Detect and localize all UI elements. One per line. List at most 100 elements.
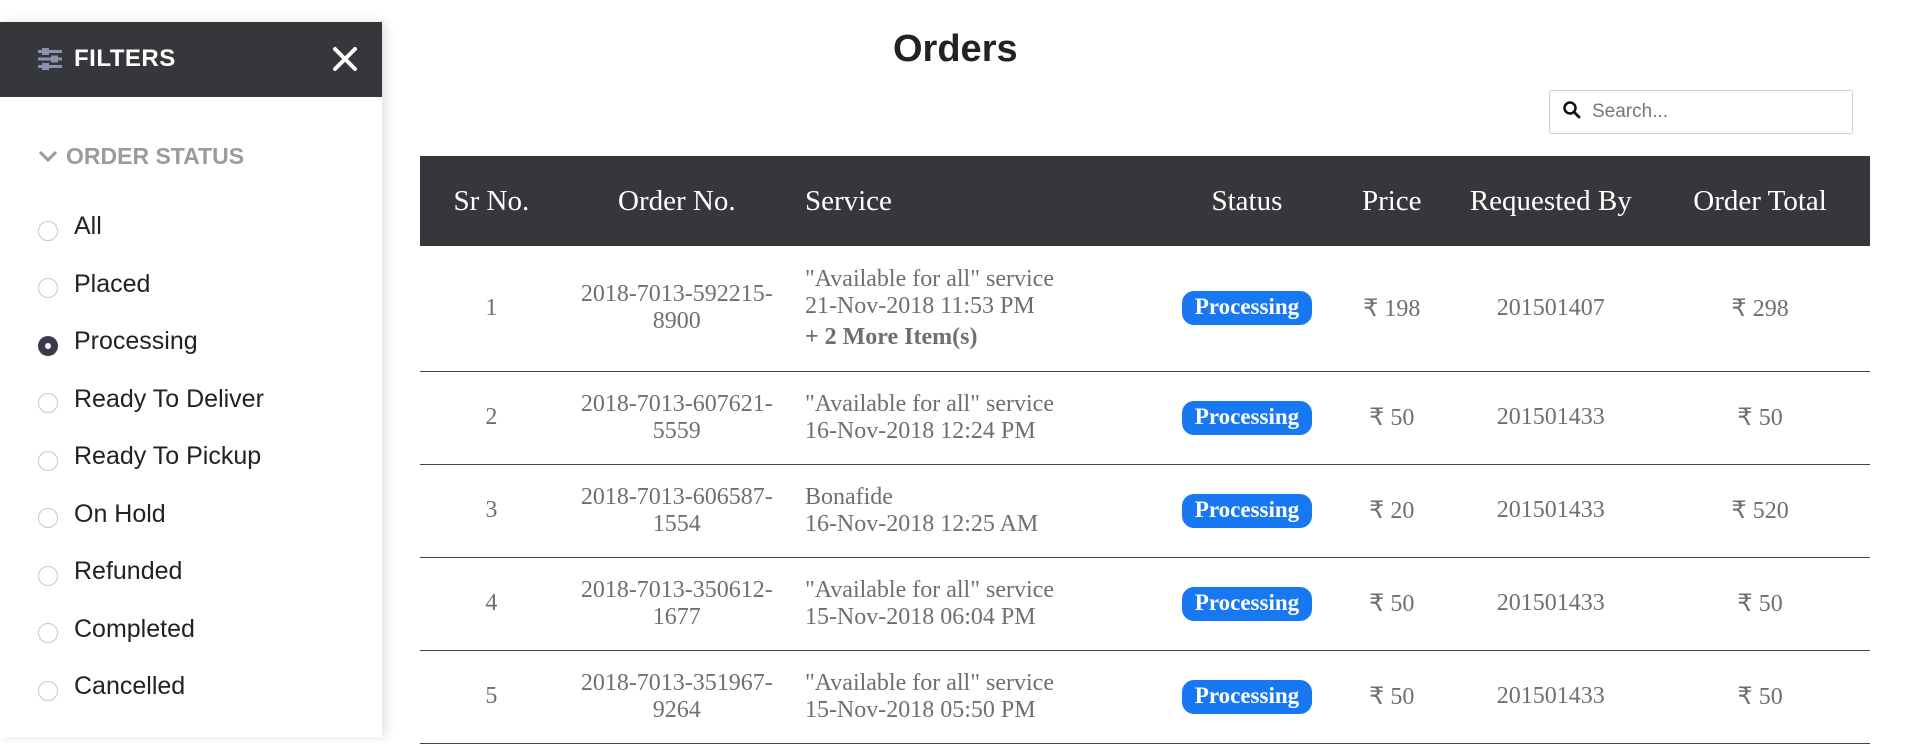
price-cell: ₹ 198 bbox=[1332, 246, 1452, 372]
status-option-refunded[interactable]: Refunded bbox=[38, 543, 264, 601]
table-row[interactable]: 4 2018-7013-350612-1677 "Available for all… bbox=[420, 557, 1870, 651]
service-date: 15-Nov-2018 06:04 PM bbox=[804, 603, 1036, 630]
radio-button[interactable] bbox=[38, 220, 58, 241]
status-option-ready-to-pickup[interactable]: Ready To Pickup bbox=[38, 428, 264, 486]
service-date: 16-Nov-2018 12:25 AM bbox=[804, 510, 1039, 537]
close-icon[interactable] bbox=[330, 44, 360, 74]
radio-button[interactable] bbox=[38, 508, 58, 529]
status-badge: Processing bbox=[1181, 493, 1313, 528]
radio-button[interactable] bbox=[38, 565, 58, 586]
status-option-all[interactable]: All bbox=[38, 198, 264, 256]
status-cell: Processing bbox=[1161, 371, 1333, 465]
service-date: 16-Nov-2018 12:24 PM bbox=[804, 417, 1036, 444]
status-option-processing[interactable]: Processing bbox=[38, 313, 264, 371]
order-no-cell: 2018-7013-592215-8900 bbox=[562, 246, 791, 372]
radio-button[interactable] bbox=[38, 680, 58, 701]
status-cell: Processing bbox=[1161, 464, 1333, 558]
sr-no-cell: 1 bbox=[420, 246, 563, 372]
service-cell: "Available for all" service 16-Nov-2018 1… bbox=[790, 371, 1162, 465]
status-cell: Processing bbox=[1161, 650, 1333, 744]
sr-no-cell: 4 bbox=[420, 557, 563, 651]
radio-label: Cancelled bbox=[74, 672, 186, 701]
order-status-section-toggle[interactable]: ORDER STATUS bbox=[38, 143, 244, 170]
radio-label: On Hold bbox=[74, 499, 166, 528]
requested-by-cell: 201501407 bbox=[1451, 246, 1651, 372]
orders-table: Sr No. Order No. Service Status Price Request… bbox=[420, 156, 1870, 744]
status-option-on-hold[interactable]: On Hold bbox=[38, 486, 264, 544]
status-badge: Processing bbox=[1181, 400, 1313, 435]
column-header[interactable]: Requested By bbox=[1451, 156, 1650, 246]
sr-no-cell: 2 bbox=[420, 371, 563, 465]
order-no-cell: 2018-7013-350612-1677 bbox=[562, 557, 791, 651]
requested-by-cell: 201501433 bbox=[1451, 464, 1651, 558]
column-header[interactable]: Service bbox=[791, 156, 1162, 246]
radio-label: Ready To Deliver bbox=[74, 384, 264, 413]
page-title: Orders bbox=[893, 28, 1018, 70]
sidebar-header: FILTERS bbox=[0, 22, 382, 97]
service-name: "Available for all" service bbox=[804, 576, 1054, 603]
radio-label: Ready To Pickup bbox=[74, 442, 262, 471]
status-badge: Processing bbox=[1181, 291, 1313, 326]
sliders-icon bbox=[38, 48, 62, 70]
more-items-link[interactable]: + 2 More Item(s) bbox=[805, 324, 1162, 351]
table-header-row: Sr No. Order No. Service Status Price Request… bbox=[420, 156, 1870, 246]
column-header[interactable]: Order No. bbox=[563, 156, 791, 246]
order-total-cell: ₹ 50 bbox=[1650, 650, 1870, 744]
radio-button[interactable] bbox=[38, 450, 58, 471]
order-total-cell: ₹ 50 bbox=[1650, 371, 1870, 465]
order-total-cell: ₹ 50 bbox=[1650, 557, 1870, 651]
price-cell: ₹ 20 bbox=[1332, 464, 1452, 558]
price-cell: ₹ 50 bbox=[1332, 371, 1452, 465]
price-cell: ₹ 50 bbox=[1332, 557, 1452, 651]
radio-button[interactable] bbox=[38, 623, 58, 644]
order-no-cell: 2018-7013-606587-1554 bbox=[562, 464, 791, 558]
service-name: "Available for all" service bbox=[804, 265, 1054, 292]
column-header[interactable]: Order Total bbox=[1650, 156, 1870, 246]
table-body: 1 2018-7013-592215-8900 "Available for all… bbox=[420, 246, 1870, 744]
search-box[interactable] bbox=[1549, 90, 1853, 134]
sr-no-cell: 5 bbox=[420, 650, 563, 744]
column-header[interactable]: Status bbox=[1162, 156, 1332, 246]
status-option-cancelled[interactable]: Cancelled bbox=[38, 658, 264, 716]
radio-button[interactable] bbox=[38, 335, 58, 356]
service-name: "Available for all" service bbox=[804, 669, 1054, 696]
price-cell: ₹ 50 bbox=[1332, 650, 1452, 744]
status-option-ready-to-deliver[interactable]: Ready To Deliver bbox=[38, 371, 264, 429]
status-option-placed[interactable]: Placed bbox=[38, 256, 264, 314]
radio-label: Completed bbox=[74, 614, 195, 643]
service-name: "Available for all" service bbox=[804, 390, 1054, 417]
table-row[interactable]: 3 2018-7013-606587-1554 Bonafide 16-Nov-201… bbox=[420, 464, 1870, 558]
search-input[interactable] bbox=[1590, 100, 1834, 124]
table-row[interactable]: 2 2018-7013-607621-5559 "Available for all… bbox=[420, 371, 1870, 465]
radio-label: All bbox=[74, 212, 102, 241]
requested-by-cell: 201501433 bbox=[1451, 650, 1651, 744]
service-cell: "Available for all" service 15-Nov-2018 0… bbox=[790, 650, 1162, 744]
section-title: ORDER STATUS bbox=[66, 143, 245, 169]
status-badge: Processing bbox=[1181, 679, 1313, 714]
service-cell: "Available for all" service 15-Nov-2018 0… bbox=[790, 557, 1162, 651]
filters-sidebar: FILTERS ORDER STATUS All Placed Processing… bbox=[0, 22, 382, 737]
requested-by-cell: 201501433 bbox=[1451, 557, 1651, 651]
radio-button[interactable] bbox=[38, 393, 58, 414]
service-name: Bonafide bbox=[804, 483, 893, 510]
service-cell: Bonafide 16-Nov-2018 12:25 AM bbox=[790, 464, 1162, 558]
sidebar-title: FILTERS bbox=[74, 45, 176, 72]
status-cell: Processing bbox=[1161, 246, 1333, 372]
status-cell: Processing bbox=[1161, 557, 1333, 651]
table-row[interactable]: 5 2018-7013-351967-9264 "Available for all… bbox=[420, 650, 1870, 744]
requested-by-cell: 201501433 bbox=[1451, 371, 1651, 465]
order-no-cell: 2018-7013-607621-5559 bbox=[562, 371, 791, 465]
radio-label: Refunded bbox=[74, 557, 183, 586]
radio-button[interactable] bbox=[38, 278, 58, 299]
service-date: 21-Nov-2018 11:53 PM bbox=[804, 292, 1035, 319]
table-row[interactable]: 1 2018-7013-592215-8900 "Available for all… bbox=[420, 246, 1870, 372]
order-no-cell: 2018-7013-351967-9264 bbox=[562, 650, 791, 744]
service-date: 15-Nov-2018 05:50 PM bbox=[804, 696, 1036, 723]
status-option-completed[interactable]: Completed bbox=[38, 601, 264, 659]
column-header[interactable]: Sr No. bbox=[420, 156, 563, 246]
order-total-cell: ₹ 298 bbox=[1650, 246, 1870, 372]
status-badge: Processing bbox=[1181, 586, 1313, 621]
column-header[interactable]: Price bbox=[1332, 156, 1451, 246]
radio-label: Placed bbox=[74, 269, 151, 298]
chevron-down-icon bbox=[38, 143, 66, 170]
